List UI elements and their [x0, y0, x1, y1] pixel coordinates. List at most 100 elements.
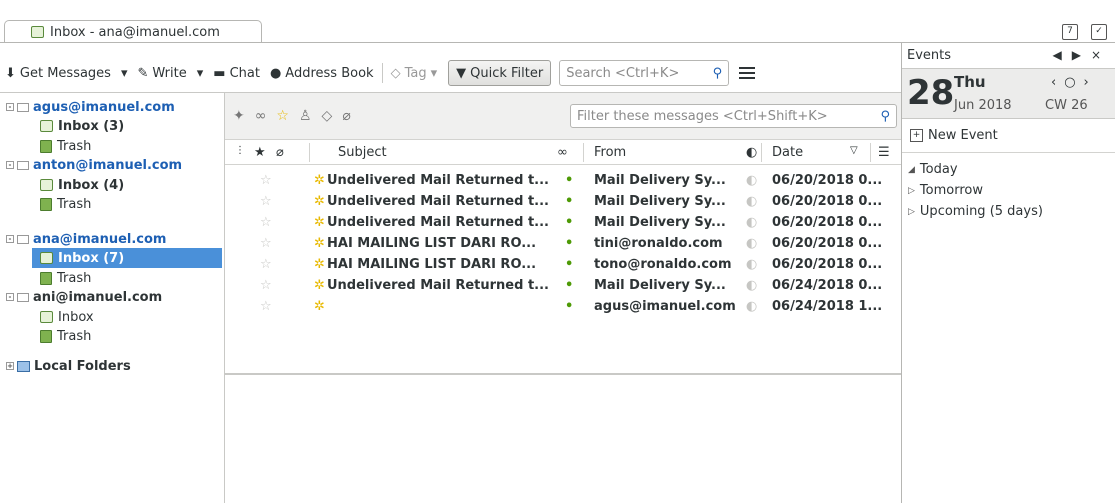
event-group-upcoming[interactable]: ▷ Upcoming (5 days) — [908, 201, 1115, 222]
events-pane: Events ◀▶× 28 Thu ‹○› Jun 2018 CW 26 + N… — [902, 43, 1115, 503]
next-arrow-icon[interactable]: ▶ — [1072, 48, 1091, 62]
message-from: Mail Delivery Sy... — [594, 278, 726, 293]
message-row[interactable]: ☆ ✲ Undelivered Mail Returned t... • Mai… — [225, 276, 902, 297]
read-status-icon[interactable]: • — [565, 278, 573, 293]
collapse-icon[interactable]: - — [6, 161, 14, 169]
event-group-tomorrow[interactable]: ▷ Tomorrow — [908, 180, 1115, 201]
read-status-icon[interactable]: • — [565, 173, 573, 188]
folder-inbox-anton[interactable]: Inbox (4) — [40, 175, 124, 195]
message-row[interactable]: ☆ ✲ • agus@imanuel.com ◐ 06/24/2018 1... — [225, 297, 902, 318]
next-day-icon[interactable]: › — [1084, 75, 1097, 90]
junk-status-icon[interactable]: ◐ — [746, 257, 757, 272]
folder-inbox-agus[interactable]: Inbox (3) — [40, 116, 124, 136]
attachment-filter-icon[interactable]: ⌀ — [342, 108, 350, 124]
new-event-label: New Event — [928, 128, 998, 143]
local-folders[interactable]: + Local Folders — [6, 356, 131, 376]
tag-filter-icon[interactable]: ◇ — [322, 108, 333, 124]
junk-status-icon[interactable]: ◐ — [746, 299, 757, 314]
account-ana[interactable]: - ana@imanuel.com — [6, 229, 166, 249]
star-filter-icon[interactable]: ☆ — [276, 108, 289, 124]
calendar-tab-icon[interactable]: 7 — [1062, 24, 1078, 40]
thread-column-icon[interactable]: ⋮ — [235, 145, 245, 156]
folder-trash-ani[interactable]: Trash — [40, 326, 91, 346]
date-column-header[interactable]: Date — [772, 145, 803, 160]
write-dropdown[interactable]: ▾ — [192, 60, 209, 86]
star-icon[interactable]: ☆ — [260, 299, 272, 314]
message-pane-splitter[interactable] — [225, 373, 902, 375]
star-icon[interactable]: ☆ — [260, 215, 272, 230]
tasks-tab-icon[interactable]: ✓ — [1091, 24, 1107, 40]
search-input[interactable]: Search <Ctrl+K> ⚲ — [559, 60, 730, 86]
trash-icon — [40, 197, 52, 211]
address-book-button[interactable]: ● Address Book — [265, 60, 379, 86]
message-date: 06/20/2018 0... — [772, 173, 883, 188]
read-status-icon[interactable]: • — [565, 194, 573, 209]
download-icon: ⬇ — [5, 65, 16, 81]
folder-inbox-ana[interactable]: Inbox (7) — [32, 248, 222, 268]
collapse-icon[interactable]: - — [6, 293, 14, 301]
folder-trash-ana[interactable]: Trash — [40, 268, 91, 288]
message-row[interactable]: ☆ ✲ Undelivered Mail Returned t... • Mai… — [225, 192, 902, 213]
prev-day-icon[interactable]: ‹ — [1051, 75, 1064, 90]
message-area: ✦ ∞ ☆ ♙ ◇ ⌀ Filter these messages <Ctrl+… — [225, 93, 902, 503]
account-ani[interactable]: - ani@imanuel.com — [6, 287, 162, 307]
account-anton[interactable]: - anton@imanuel.com — [6, 155, 182, 175]
read-column-icon[interactable]: ∞ — [557, 145, 568, 160]
unread-spark-icon: ✲ — [314, 299, 325, 314]
column-picker-icon[interactable]: ☰ — [878, 145, 890, 160]
star-icon[interactable]: ☆ — [260, 236, 272, 251]
contact-filter-icon[interactable]: ♙ — [299, 108, 312, 124]
collapse-icon[interactable]: - — [6, 235, 14, 243]
read-status-icon[interactable]: • — [565, 257, 573, 272]
folder-inbox-ani[interactable]: Inbox — [40, 307, 94, 327]
tag-button[interactable]: ◇ Tag ▾ — [386, 60, 443, 86]
unread-filter-icon[interactable]: ∞ — [255, 108, 267, 124]
junk-status-icon[interactable]: ◐ — [746, 194, 757, 209]
subject-column-header[interactable]: Subject — [338, 145, 387, 160]
today-icon[interactable]: ○ — [1064, 75, 1083, 90]
pin-icon[interactable]: ✦ — [233, 108, 245, 124]
star-icon[interactable]: ☆ — [260, 257, 272, 272]
expand-icon[interactable]: + — [6, 362, 14, 370]
folder-trash-agus[interactable]: Trash — [40, 136, 91, 156]
read-status-icon[interactable]: • — [565, 215, 573, 230]
collapse-icon[interactable]: - — [6, 103, 14, 111]
message-row[interactable]: ☆ ✲ Undelivered Mail Returned t... • Mai… — [225, 171, 902, 192]
inbox-icon — [40, 252, 53, 264]
read-status-icon[interactable]: • — [565, 299, 573, 314]
get-messages-button[interactable]: ⬇ Get Messages — [0, 60, 116, 86]
star-icon[interactable]: ☆ — [260, 173, 272, 188]
junk-status-icon[interactable]: ◐ — [746, 278, 757, 293]
account-agus[interactable]: - agus@imanuel.com — [6, 97, 175, 117]
tab-inbox[interactable]: Inbox - ana@imanuel.com — [4, 20, 262, 43]
star-icon[interactable]: ☆ — [260, 278, 272, 293]
junk-status-icon[interactable]: ◐ — [746, 173, 757, 188]
message-from: Mail Delivery Sy... — [594, 194, 726, 209]
junk-column-icon[interactable]: ◐ — [746, 145, 757, 160]
read-status-icon[interactable]: • — [565, 236, 573, 251]
star-icon[interactable]: ☆ — [260, 194, 272, 209]
star-column-icon[interactable]: ★ — [254, 145, 266, 160]
write-button[interactable]: ✎ Write — [133, 60, 192, 86]
junk-status-icon[interactable]: ◐ — [746, 236, 757, 251]
filter-messages-input[interactable]: Filter these messages <Ctrl+Shift+K> ⚲ — [570, 104, 897, 128]
quick-filter-button[interactable]: ▼ Quick Filter — [448, 60, 552, 86]
message-from: Mail Delivery Sy... — [594, 215, 726, 230]
column-separator — [309, 143, 310, 162]
new-event-button[interactable]: + New Event — [902, 119, 1115, 153]
folder-trash-anton[interactable]: Trash — [40, 194, 91, 214]
toolbar-separator — [381, 63, 383, 83]
attachment-column-icon[interactable]: ⌀ — [276, 145, 284, 160]
message-row[interactable]: ☆ ✲ HAI MAILING LIST DARI RO... • tini@r… — [225, 234, 902, 255]
junk-status-icon[interactable]: ◐ — [746, 215, 757, 230]
message-row[interactable]: ☆ ✲ HAI MAILING LIST DARI RO... • tono@r… — [225, 255, 902, 276]
hamburger-menu-icon[interactable] — [739, 64, 756, 82]
chat-button[interactable]: ▬ Chat — [208, 60, 265, 86]
unread-spark-icon: ✲ — [314, 257, 325, 272]
event-group-today[interactable]: ◢ Today — [908, 159, 1115, 180]
from-column-header[interactable]: From — [594, 145, 626, 160]
prev-arrow-icon[interactable]: ◀ — [1052, 48, 1071, 62]
get-messages-dropdown[interactable]: ▾ — [116, 60, 133, 86]
close-icon[interactable]: × — [1091, 48, 1111, 62]
message-row[interactable]: ☆ ✲ Undelivered Mail Returned t... • Mai… — [225, 213, 902, 234]
